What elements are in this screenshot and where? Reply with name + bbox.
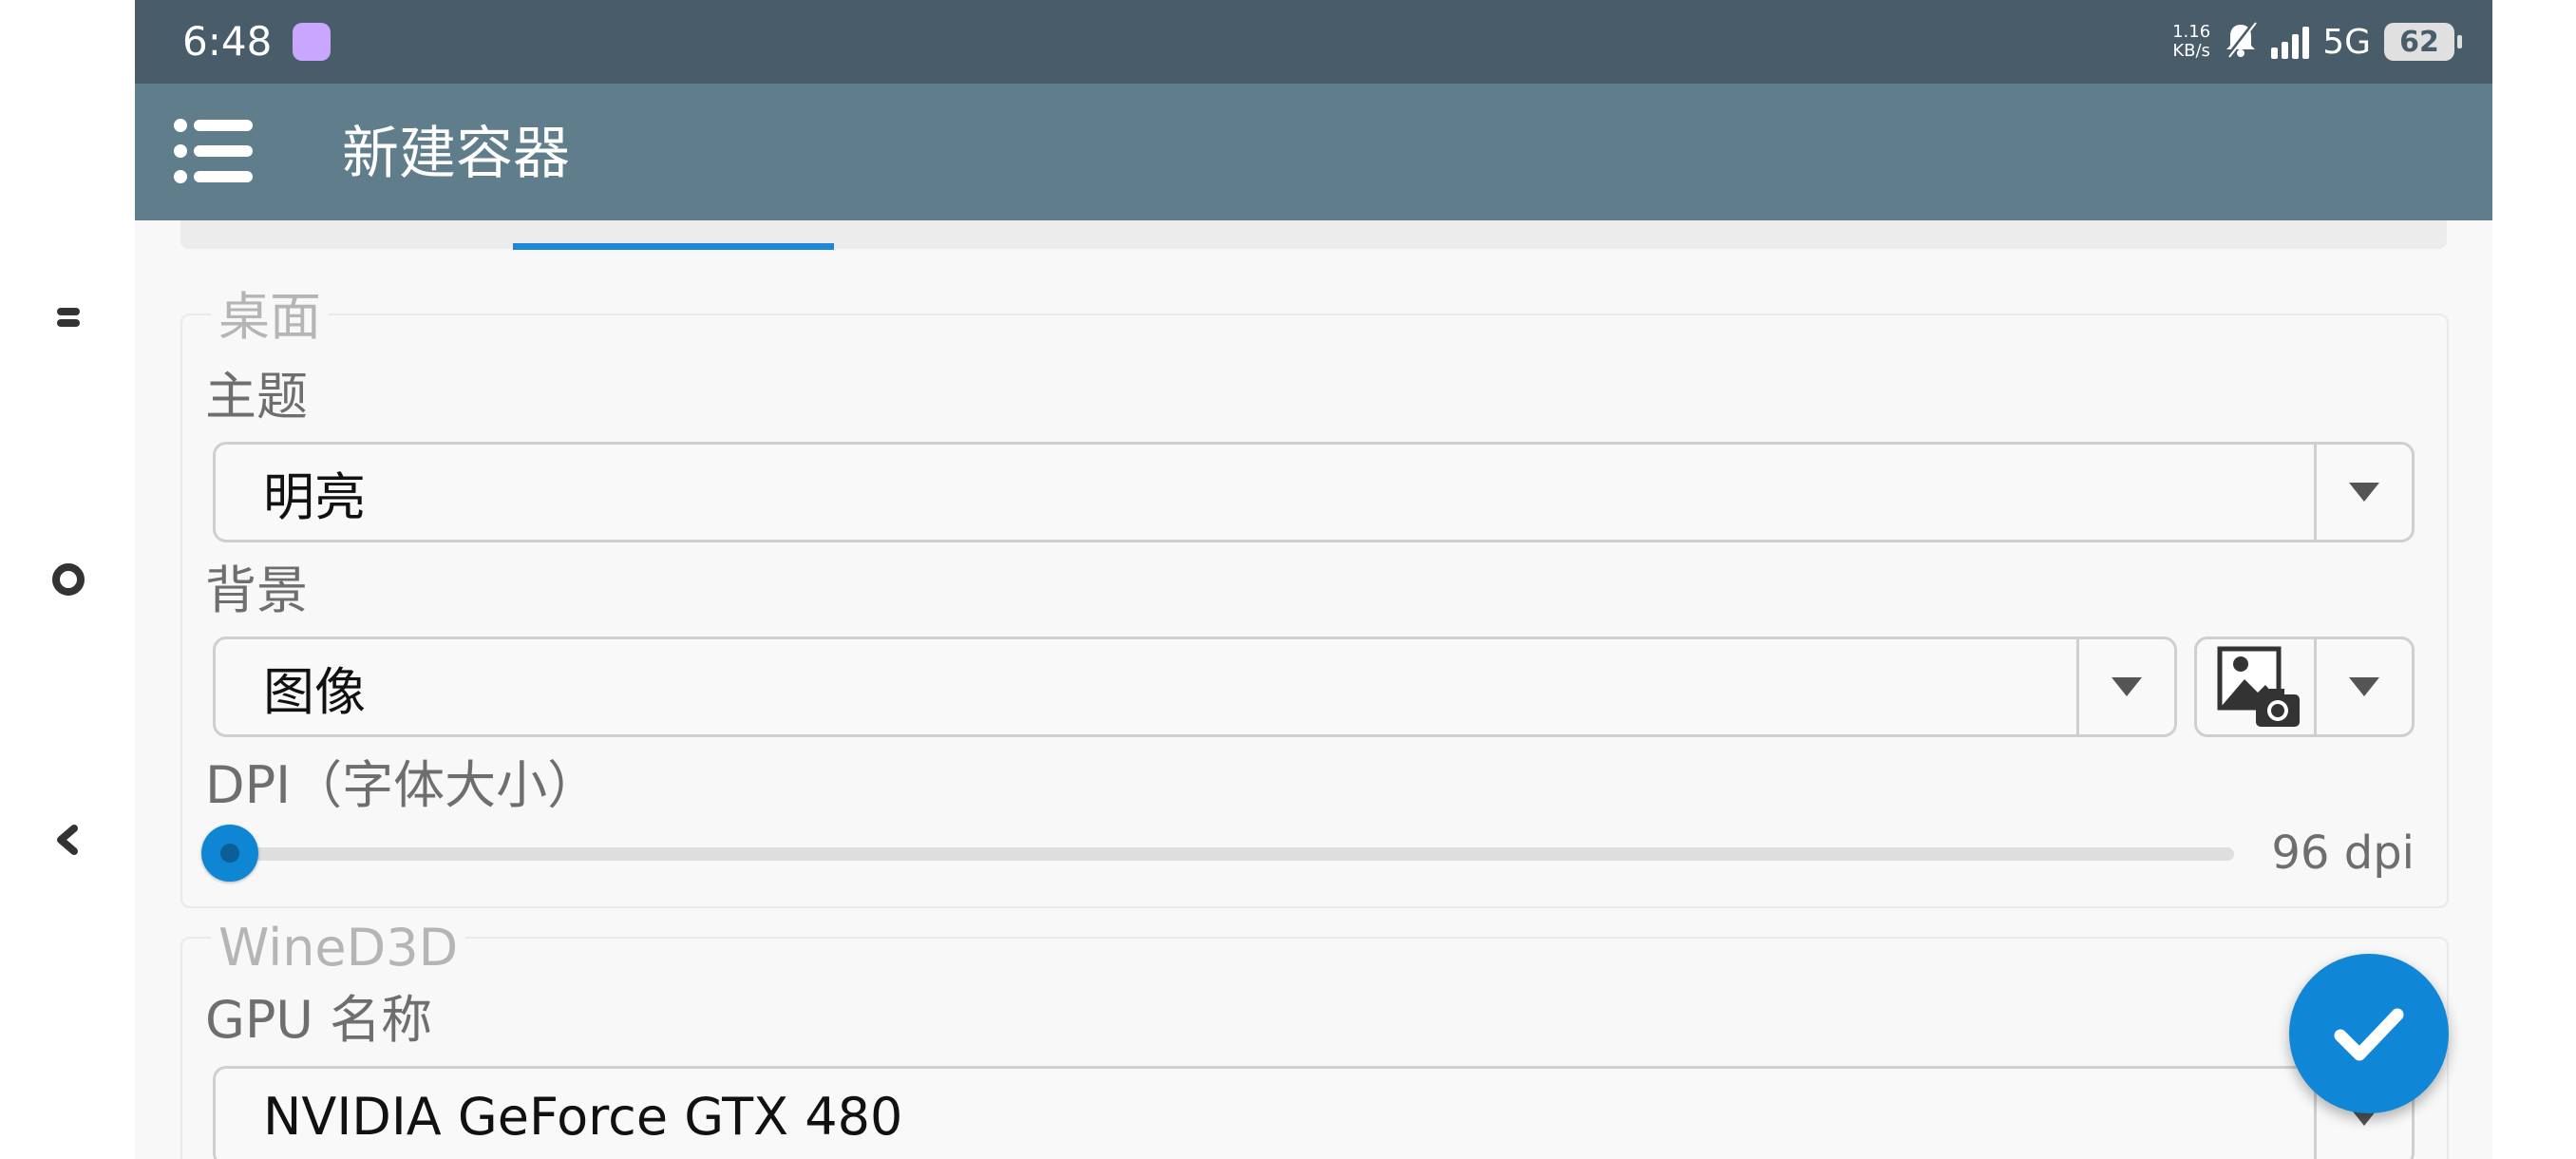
dpi-slider-thumb[interactable] xyxy=(201,825,258,882)
background-select[interactable]: 图像 xyxy=(213,636,2177,737)
left-gesture-strip xyxy=(0,0,135,1159)
active-tab-indicator xyxy=(513,243,834,250)
status-bar: 6:48 1.16 KB/s 5G 62 xyxy=(135,0,2492,84)
background-dropdown-arrow[interactable] xyxy=(2076,639,2174,734)
wined3d-legend: WineD3D xyxy=(211,918,466,978)
image-camera-icon xyxy=(2216,645,2303,731)
gpu-name-value: NVIDIA GeForce GTX 480 xyxy=(263,1086,903,1147)
equals-control-icon[interactable] xyxy=(49,298,87,336)
app-window: 6:48 1.16 KB/s 5G 62 新建容器 桌面 主题 明亮 背景 图像… xyxy=(135,0,2492,1159)
background-label: 背景 xyxy=(205,560,308,620)
desktop-legend: 桌面 xyxy=(211,287,329,348)
dpi-label: DPI（字体大小） xyxy=(205,755,599,815)
mute-bell-icon xyxy=(2224,21,2258,63)
app-bar: 新建容器 xyxy=(135,84,2492,220)
background-image-dropdown-arrow[interactable] xyxy=(2314,639,2412,734)
network-type: 5G xyxy=(2322,22,2371,62)
gpu-name-label: GPU 名称 xyxy=(205,990,433,1050)
background-select-value: 图像 xyxy=(263,661,366,722)
battery-icon: 62 xyxy=(2384,23,2462,61)
theme-select-value: 明亮 xyxy=(263,466,366,527)
status-time: 6:48 xyxy=(182,18,273,65)
chevron-down-icon xyxy=(2349,677,2379,696)
menu-icon[interactable] xyxy=(173,118,258,184)
signal-bars-icon xyxy=(2271,25,2310,59)
confirm-button[interactable] xyxy=(2289,954,2449,1113)
chevron-down-icon xyxy=(2112,677,2142,696)
desktop-section: 桌面 xyxy=(180,287,2449,908)
net-speed: 1.16 KB/s xyxy=(2172,23,2210,61)
net-speed-unit: KB/s xyxy=(2172,41,2210,61)
theme-dropdown-arrow[interactable] xyxy=(2314,445,2412,540)
page-title: 新建容器 xyxy=(342,121,570,187)
status-indicators: 1.16 KB/s 5G 62 xyxy=(2172,13,2462,70)
theme-select[interactable]: 明亮 xyxy=(213,442,2415,542)
app-badge-icon xyxy=(293,23,331,61)
gpu-name-select[interactable]: NVIDIA GeForce GTX 480 xyxy=(213,1066,2415,1159)
theme-label: 主题 xyxy=(205,367,308,427)
check-icon xyxy=(2334,1008,2404,1061)
dpi-slider-track[interactable] xyxy=(230,847,2234,861)
right-blank-strip xyxy=(2492,0,2576,1159)
battery-level: 62 xyxy=(2399,25,2439,59)
net-speed-value: 1.16 xyxy=(2172,22,2211,42)
chevron-down-icon xyxy=(2349,483,2379,502)
dpi-value: 96 dpi xyxy=(2271,826,2415,880)
back-chevron-icon[interactable] xyxy=(49,821,87,859)
background-image-select[interactable] xyxy=(2194,636,2415,737)
home-circle-icon[interactable] xyxy=(49,560,87,598)
